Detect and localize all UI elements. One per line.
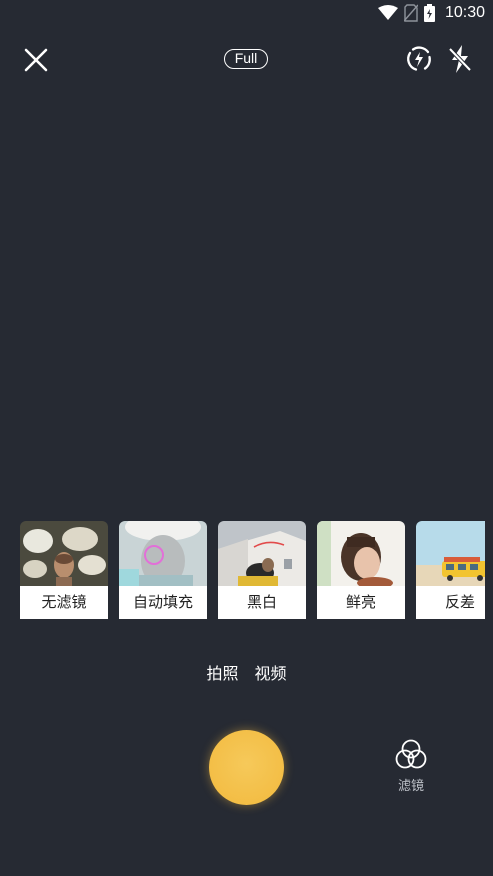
battery-icon — [423, 4, 435, 22]
switch-camera-icon — [407, 46, 431, 71]
filter-track: 无滤镜 自动填充 黑白 鲜亮 反差 — [20, 521, 485, 619]
close-icon — [24, 48, 48, 72]
flash-off-icon — [447, 45, 473, 73]
filter-thumbnail — [20, 521, 108, 586]
filter-thumbnail — [317, 521, 405, 586]
tab-video[interactable]: 视频 — [255, 660, 287, 684]
filter-item-black-white[interactable]: 黑白 — [218, 521, 306, 619]
filter-thumbnail — [119, 521, 207, 586]
filter-strip[interactable]: 无滤镜 自动填充 黑白 鲜亮 反差 — [20, 521, 485, 619]
camera-screen: 10:30 Full 无滤镜 自动填充 黑白 鲜亮 反差 拍照 视频 滤镜 — [0, 0, 493, 876]
filter-label: 反差 — [416, 586, 485, 619]
capture-mode-tabs: 拍照 视频 — [0, 660, 493, 684]
filter-item-contrast[interactable]: 反差 — [416, 521, 485, 619]
switch-camera-button[interactable] — [404, 44, 434, 74]
status-icons: 10:30 — [377, 4, 485, 22]
wifi-icon — [377, 5, 398, 20]
filter-item-vivid[interactable]: 鲜亮 — [317, 521, 405, 619]
filter-label: 黑白 — [218, 586, 306, 619]
filter-label: 无滤镜 — [20, 586, 108, 619]
aspect-ratio-button[interactable]: Full — [224, 49, 268, 69]
filter-item-auto-fill[interactable]: 自动填充 — [119, 521, 207, 619]
flash-button[interactable] — [447, 44, 473, 74]
filter-circles-icon — [395, 739, 427, 769]
status-time: 10:30 — [444, 4, 485, 21]
close-button[interactable] — [22, 46, 50, 74]
filter-toggle-label: 滤镜 — [397, 779, 424, 794]
filter-thumbnail — [416, 521, 485, 586]
no-sim-icon — [403, 4, 418, 22]
status-bar: 10:30 — [0, 0, 493, 28]
filter-item-none[interactable]: 无滤镜 — [20, 521, 108, 619]
filter-label: 鲜亮 — [317, 586, 405, 619]
filter-toggle-button[interactable]: 滤镜 — [393, 738, 429, 796]
shutter-button[interactable] — [209, 730, 284, 805]
aspect-ratio-label: Full — [234, 50, 258, 66]
filter-label: 自动填充 — [119, 586, 207, 619]
tab-photo[interactable]: 拍照 — [206, 660, 238, 684]
filter-thumbnail — [218, 521, 306, 586]
